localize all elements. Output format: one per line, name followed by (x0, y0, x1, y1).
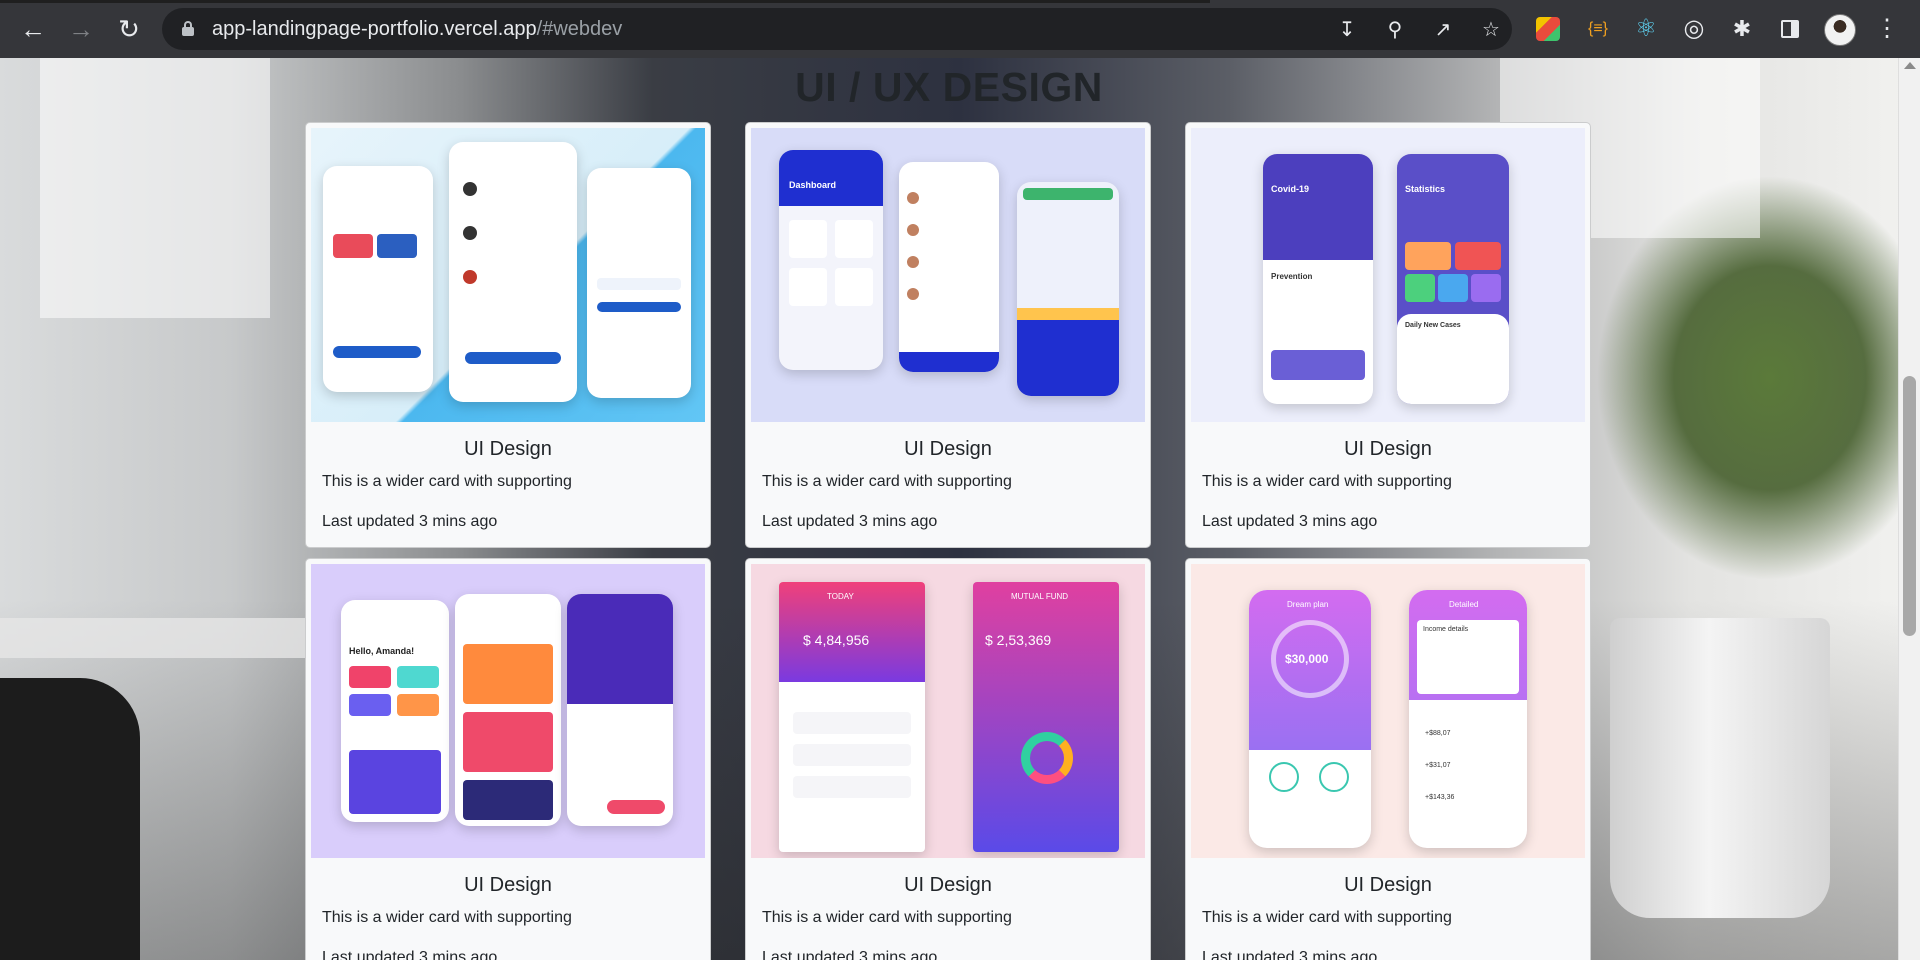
card-title: UI Design (1344, 438, 1432, 460)
card-image (311, 128, 705, 422)
card-text: This is a wider card with supporting (762, 473, 1012, 490)
reload-icon: ↻ (118, 14, 140, 44)
phone-mockup: MUTUAL FUND $ 2,53,369 (973, 582, 1119, 852)
reload-button[interactable]: ↻ (111, 11, 147, 47)
background-chair (0, 678, 140, 960)
puzzle-extensions-icon[interactable]: ✱ (1727, 14, 1757, 44)
section-title: UI / UX DESIGN (795, 64, 1103, 110)
mockup-heading: Covid-19 (1271, 184, 1310, 194)
phone-mockup (567, 594, 673, 826)
mockup-value: +$143,36 (1425, 794, 1455, 801)
bookmark-star-icon[interactable]: ☆ (1478, 17, 1504, 43)
mockup-value: +$31,07 (1425, 762, 1451, 769)
card-title: UI Design (904, 438, 992, 460)
mockup-value: +$88,07 (1425, 730, 1451, 737)
card-updated: Last updated 3 mins ago (322, 513, 498, 530)
scroll-up-arrow-icon[interactable] (1904, 62, 1916, 69)
page-viewport: UI / UX DESIGN UI Design This is a wider… (0, 58, 1920, 960)
phone-mockup: Hello, Amanda! (341, 600, 449, 822)
colorzilla-icon[interactable] (1536, 17, 1560, 41)
install-icon[interactable]: ↧ (1334, 17, 1360, 43)
card-updated: Last updated 3 mins ago (1202, 949, 1378, 960)
card-title: UI Design (1344, 874, 1432, 896)
target-icon[interactable]: ◎ (1679, 14, 1709, 44)
card-text: This is a wider card with supporting (322, 473, 572, 490)
url-host: app-landingpage-portfolio.vercel.app (212, 18, 537, 40)
lock-icon[interactable] (182, 21, 194, 36)
mockup-value: $ 2,53,369 (985, 632, 1052, 648)
phone-mockup (449, 142, 577, 402)
card-updated: Last updated 3 mins ago (322, 949, 498, 960)
card-text: This is a wider card with supporting (1202, 909, 1452, 926)
phone-mockup: Detailed Income details +$88,07 +$31,07 … (1409, 590, 1527, 848)
address-bar[interactable]: app-landingpage-portfolio.vercel.app/#we… (162, 8, 1512, 50)
browser-toolbar: ← → ↻ app-landingpage-portfolio.vercel.a… (0, 0, 1920, 58)
page-scrollbar[interactable] (1898, 58, 1920, 960)
card-text: This is a wider card with supporting (762, 909, 1012, 926)
side-panel-icon[interactable] (1775, 14, 1805, 44)
forward-button[interactable]: → (63, 11, 99, 47)
phone-mockup: Dream plan $30,000 (1249, 590, 1371, 848)
url-text[interactable]: app-landingpage-portfolio.vercel.app/#we… (212, 18, 622, 41)
mockup-heading: Dashboard (789, 180, 837, 190)
more-vert-icon[interactable]: ⋮ (1872, 14, 1902, 44)
mockup-heading: MUTUAL FUND (1011, 592, 1069, 601)
phone-mockup (587, 168, 691, 398)
card-title: UI Design (904, 874, 992, 896)
phone-mockup: Statistics Daily New Cases (1397, 154, 1509, 404)
phone-mockup (1017, 182, 1119, 396)
project-card[interactable]: TODAY $ 4,84,956 MUTUAL FUND $ 2,53,369 … (745, 558, 1151, 960)
share-icon[interactable]: ↗ (1430, 17, 1456, 43)
card-updated: Last updated 3 mins ago (762, 513, 938, 530)
background-desk (0, 618, 320, 658)
card-image: Dashboard (751, 128, 1145, 422)
card-title: UI Design (464, 874, 552, 896)
arrow-left-icon: ← (20, 14, 46, 44)
phone-mockup (899, 162, 999, 372)
url-fragment: /#webdev (536, 18, 623, 40)
mockup-heading: Statistics (1405, 184, 1446, 194)
card-updated: Last updated 3 mins ago (1202, 513, 1378, 530)
card-image: TODAY $ 4,84,956 MUTUAL FUND $ 2,53,369 (751, 564, 1145, 858)
card-image: Covid-19 Prevention Statistics Daily New… (1191, 128, 1585, 422)
card-text: This is a wider card with supporting (1202, 473, 1452, 490)
project-card[interactable]: Dream plan $30,000 Detailed Income detai… (1185, 558, 1591, 960)
tab-strip-edge (0, 0, 1210, 3)
mockup-heading: TODAY (827, 592, 854, 601)
project-card[interactable]: UI Design This is a wider card with supp… (305, 122, 711, 548)
phone-mockup: TODAY $ 4,84,956 (779, 582, 925, 852)
project-card[interactable]: Dashboard UI Design This is a wider card… (745, 122, 1151, 548)
phone-mockup: Covid-19 Prevention (1263, 154, 1373, 404)
project-card[interactable]: Hello, Amanda! UI Design This is a wider… (305, 558, 711, 960)
mockup-heading: Detailed (1449, 600, 1479, 609)
phone-mockup (455, 594, 561, 826)
card-image: Dream plan $30,000 Detailed Income detai… (1191, 564, 1585, 858)
zoom-icon[interactable]: ⚲ (1382, 17, 1408, 43)
mockup-value: $ 4,84,956 (803, 632, 870, 648)
mockup-label: Income details (1423, 626, 1469, 633)
arrow-right-icon: → (68, 14, 94, 44)
card-updated: Last updated 3 mins ago (762, 949, 938, 960)
card-image: Hello, Amanda! (311, 564, 705, 858)
background-plant-pot (1610, 618, 1830, 918)
profile-avatar[interactable] (1824, 14, 1856, 46)
phone-mockup (323, 166, 433, 392)
phone-mockup: Dashboard (779, 150, 883, 370)
project-card[interactable]: Covid-19 Prevention Statistics Daily New… (1185, 122, 1591, 548)
scrollbar-thumb[interactable] (1903, 376, 1916, 636)
react-devtools-icon[interactable]: ⚛ (1631, 14, 1661, 44)
mockup-label: Prevention (1271, 272, 1313, 281)
card-text: This is a wider card with supporting (322, 909, 572, 926)
card-title: UI Design (464, 438, 552, 460)
mockup-value: $30,000 (1285, 652, 1329, 666)
back-button[interactable]: ← (15, 11, 51, 47)
mockup-heading: Hello, Amanda! (349, 646, 415, 656)
mockup-label: Daily New Cases (1405, 322, 1461, 329)
json-viewer-icon[interactable]: {≡} (1583, 14, 1613, 44)
mockup-heading: Dream plan (1287, 600, 1329, 609)
